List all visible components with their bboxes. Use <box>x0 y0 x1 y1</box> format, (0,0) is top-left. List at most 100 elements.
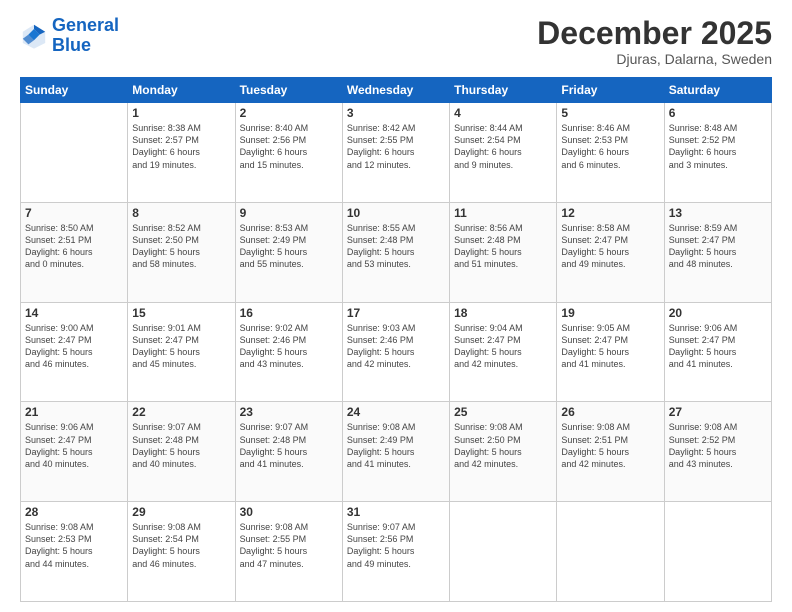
day-info: Sunrise: 9:08 AM Sunset: 2:51 PM Dayligh… <box>561 421 659 470</box>
calendar-cell: 7 Sunrise: 8:50 AM Sunset: 2:51 PM Daylig… <box>21 202 128 302</box>
day-info: Sunrise: 9:08 AM Sunset: 2:53 PM Dayligh… <box>25 521 123 570</box>
day-number: 7 <box>25 206 123 220</box>
day-info: Sunrise: 8:38 AM Sunset: 2:57 PM Dayligh… <box>132 122 230 171</box>
day-info: Sunrise: 9:07 AM Sunset: 2:48 PM Dayligh… <box>240 421 338 470</box>
logo-text: General Blue <box>52 16 119 56</box>
day-number: 15 <box>132 306 230 320</box>
calendar-week-row: 7 Sunrise: 8:50 AM Sunset: 2:51 PM Daylig… <box>21 202 772 302</box>
day-number: 23 <box>240 405 338 419</box>
calendar-cell: 11Sunrise: 8:56 AM Sunset: 2:48 PM Dayli… <box>450 202 557 302</box>
day-number: 25 <box>454 405 552 419</box>
calendar-cell: 18 Sunrise: 9:04 AM Sunset: 2:47 PM Dayli… <box>450 302 557 402</box>
calendar-cell: 21 Sunrise: 9:06 AM Sunset: 2:47 PM Dayli… <box>21 402 128 502</box>
day-number: 10 <box>347 206 445 220</box>
day-number: 28 <box>25 505 123 519</box>
day-number: 30 <box>240 505 338 519</box>
page: General Blue December 2025 Djuras, Dalar… <box>0 0 792 612</box>
day-info: Sunrise: 9:06 AM Sunset: 2:47 PM Dayligh… <box>669 322 767 371</box>
day-number: 27 <box>669 405 767 419</box>
calendar-cell: 22 Sunrise: 9:07 AM Sunset: 2:48 PM Dayli… <box>128 402 235 502</box>
day-info: Sunrise: 9:02 AM Sunset: 2:46 PM Dayligh… <box>240 322 338 371</box>
day-number: 4 <box>454 106 552 120</box>
day-number: 21 <box>25 405 123 419</box>
calendar-cell: 1 Sunrise: 8:38 AM Sunset: 2:57 PM Daylig… <box>128 103 235 203</box>
day-info: Sunrise: 8:58 AM Sunset: 2:47 PM Dayligh… <box>561 222 659 271</box>
calendar-cell: 10 Sunrise: 8:55 AM Sunset: 2:48 PM Dayli… <box>342 202 449 302</box>
calendar-cell <box>664 502 771 602</box>
weekday-header: Sunday <box>21 78 128 103</box>
calendar-cell: 2 Sunrise: 8:40 AM Sunset: 2:56 PM Daylig… <box>235 103 342 203</box>
day-info: Sunrise: 9:00 AM Sunset: 2:47 PM Dayligh… <box>25 322 123 371</box>
day-info: Sunrise: 9:01 AM Sunset: 2:47 PM Dayligh… <box>132 322 230 371</box>
day-number: 22 <box>132 405 230 419</box>
calendar-cell: 4Sunrise: 8:44 AM Sunset: 2:54 PM Daylig… <box>450 103 557 203</box>
day-info: Sunrise: 9:06 AM Sunset: 2:47 PM Dayligh… <box>25 421 123 470</box>
day-number: 9 <box>240 206 338 220</box>
day-number: 18 <box>454 306 552 320</box>
day-info: Sunrise: 8:55 AM Sunset: 2:48 PM Dayligh… <box>347 222 445 271</box>
calendar-cell: 28 Sunrise: 9:08 AM Sunset: 2:53 PM Dayli… <box>21 502 128 602</box>
calendar-cell: 9 Sunrise: 8:53 AM Sunset: 2:49 PM Daylig… <box>235 202 342 302</box>
calendar-cell: 17 Sunrise: 9:03 AM Sunset: 2:46 PM Dayli… <box>342 302 449 402</box>
calendar-cell: 16 Sunrise: 9:02 AM Sunset: 2:46 PM Dayli… <box>235 302 342 402</box>
weekday-header: Saturday <box>664 78 771 103</box>
day-number: 17 <box>347 306 445 320</box>
calendar-body: 1 Sunrise: 8:38 AM Sunset: 2:57 PM Daylig… <box>21 103 772 602</box>
weekday-row: SundayMondayTuesdayWednesdayThursdayFrid… <box>21 78 772 103</box>
weekday-header: Tuesday <box>235 78 342 103</box>
calendar-cell: 12Sunrise: 8:58 AM Sunset: 2:47 PM Dayli… <box>557 202 664 302</box>
day-info: Sunrise: 9:08 AM Sunset: 2:54 PM Dayligh… <box>132 521 230 570</box>
day-info: Sunrise: 9:05 AM Sunset: 2:47 PM Dayligh… <box>561 322 659 371</box>
logo-icon <box>20 22 48 50</box>
day-info: Sunrise: 9:07 AM Sunset: 2:56 PM Dayligh… <box>347 521 445 570</box>
day-number: 5 <box>561 106 659 120</box>
day-info: Sunrise: 8:50 AM Sunset: 2:51 PM Dayligh… <box>25 222 123 271</box>
calendar-week-row: 28 Sunrise: 9:08 AM Sunset: 2:53 PM Dayli… <box>21 502 772 602</box>
day-info: Sunrise: 9:07 AM Sunset: 2:48 PM Dayligh… <box>132 421 230 470</box>
weekday-header: Friday <box>557 78 664 103</box>
calendar-week-row: 14 Sunrise: 9:00 AM Sunset: 2:47 PM Dayli… <box>21 302 772 402</box>
day-number: 1 <box>132 106 230 120</box>
calendar-cell: 15 Sunrise: 9:01 AM Sunset: 2:47 PM Dayli… <box>128 302 235 402</box>
calendar-cell: 14 Sunrise: 9:00 AM Sunset: 2:47 PM Dayli… <box>21 302 128 402</box>
calendar-cell: 3Sunrise: 8:42 AM Sunset: 2:55 PM Daylig… <box>342 103 449 203</box>
calendar-cell: 13Sunrise: 8:59 AM Sunset: 2:47 PM Dayli… <box>664 202 771 302</box>
calendar-cell: 20 Sunrise: 9:06 AM Sunset: 2:47 PM Dayli… <box>664 302 771 402</box>
day-number: 14 <box>25 306 123 320</box>
day-number: 16 <box>240 306 338 320</box>
logo-line1: General <box>52 15 119 35</box>
calendar-cell: 24Sunrise: 9:08 AM Sunset: 2:49 PM Dayli… <box>342 402 449 502</box>
calendar-table: SundayMondayTuesdayWednesdayThursdayFrid… <box>20 77 772 602</box>
logo: General Blue <box>20 16 119 56</box>
day-info: Sunrise: 8:56 AM Sunset: 2:48 PM Dayligh… <box>454 222 552 271</box>
calendar-cell: 31Sunrise: 9:07 AM Sunset: 2:56 PM Dayli… <box>342 502 449 602</box>
day-number: 2 <box>240 106 338 120</box>
day-number: 29 <box>132 505 230 519</box>
header: General Blue December 2025 Djuras, Dalar… <box>20 16 772 67</box>
day-info: Sunrise: 8:42 AM Sunset: 2:55 PM Dayligh… <box>347 122 445 171</box>
calendar-cell: 8Sunrise: 8:52 AM Sunset: 2:50 PM Daylig… <box>128 202 235 302</box>
main-title: December 2025 <box>537 16 772 51</box>
calendar-cell <box>450 502 557 602</box>
calendar-cell: 6 Sunrise: 8:48 AM Sunset: 2:52 PM Daylig… <box>664 103 771 203</box>
day-number: 20 <box>669 306 767 320</box>
day-info: Sunrise: 9:08 AM Sunset: 2:49 PM Dayligh… <box>347 421 445 470</box>
calendar-cell: 5 Sunrise: 8:46 AM Sunset: 2:53 PM Daylig… <box>557 103 664 203</box>
day-number: 19 <box>561 306 659 320</box>
calendar-week-row: 1 Sunrise: 8:38 AM Sunset: 2:57 PM Daylig… <box>21 103 772 203</box>
subtitle: Djuras, Dalarna, Sweden <box>537 51 772 67</box>
calendar-cell: 25 Sunrise: 9:08 AM Sunset: 2:50 PM Dayli… <box>450 402 557 502</box>
weekday-header: Wednesday <box>342 78 449 103</box>
day-info: Sunrise: 8:52 AM Sunset: 2:50 PM Dayligh… <box>132 222 230 271</box>
day-info: Sunrise: 9:04 AM Sunset: 2:47 PM Dayligh… <box>454 322 552 371</box>
calendar-cell: 26Sunrise: 9:08 AM Sunset: 2:51 PM Dayli… <box>557 402 664 502</box>
day-info: Sunrise: 8:53 AM Sunset: 2:49 PM Dayligh… <box>240 222 338 271</box>
day-info: Sunrise: 9:03 AM Sunset: 2:46 PM Dayligh… <box>347 322 445 371</box>
day-number: 6 <box>669 106 767 120</box>
day-info: Sunrise: 8:59 AM Sunset: 2:47 PM Dayligh… <box>669 222 767 271</box>
day-info: Sunrise: 8:46 AM Sunset: 2:53 PM Dayligh… <box>561 122 659 171</box>
day-info: Sunrise: 8:40 AM Sunset: 2:56 PM Dayligh… <box>240 122 338 171</box>
day-info: Sunrise: 8:48 AM Sunset: 2:52 PM Dayligh… <box>669 122 767 171</box>
day-info: Sunrise: 9:08 AM Sunset: 2:50 PM Dayligh… <box>454 421 552 470</box>
calendar-cell: 30Sunrise: 9:08 AM Sunset: 2:55 PM Dayli… <box>235 502 342 602</box>
